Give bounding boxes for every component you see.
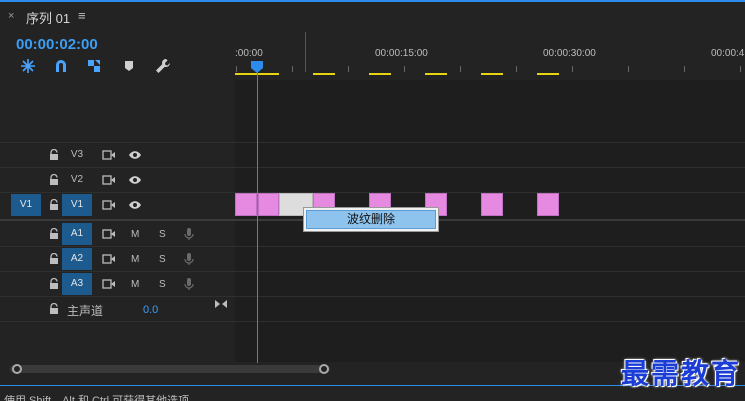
sync-lock-icon[interactable] [102, 200, 116, 210]
ruler-tick [628, 66, 629, 72]
watermark-logo: 最需教育 [621, 357, 742, 390]
ripple-delete-menu-item[interactable]: 波纹删除 [306, 210, 436, 229]
mute-button[interactable]: M [131, 229, 139, 240]
track-label-a2[interactable]: A2 [62, 248, 92, 270]
sequence-tab-title[interactable]: 序列 01 [26, 8, 70, 27]
ruler-tick [684, 66, 685, 72]
track-header-panel [0, 80, 235, 362]
render-bar [313, 73, 335, 75]
context-menu: 波纹删除 [303, 207, 439, 232]
video-clip[interactable] [481, 193, 503, 216]
horizontal-scrollbar[interactable] [10, 365, 330, 373]
lock-icon[interactable] [49, 149, 59, 161]
lock-icon[interactable] [49, 228, 59, 240]
video-clip[interactable] [537, 193, 559, 216]
ruler-label: 00:00:15:00 [375, 48, 428, 59]
add-marker-icon[interactable] [121, 58, 137, 74]
ruler-tick [236, 66, 237, 72]
ruler-label: 00:00:30:00 [543, 48, 596, 59]
ruler-tick [516, 66, 517, 72]
sync-lock-icon[interactable] [102, 229, 116, 239]
mute-button[interactable]: M [131, 279, 139, 290]
row-separator [0, 296, 745, 297]
linked-selection-icon[interactable] [86, 58, 102, 74]
render-bar [369, 73, 391, 75]
sequence-tab-bar [0, 2, 745, 30]
sync-lock-icon[interactable] [102, 175, 116, 185]
sync-lock-icon[interactable] [102, 150, 116, 160]
render-bar [537, 73, 559, 75]
tab-close-icon[interactable]: × [8, 10, 14, 22]
microphone-icon[interactable] [184, 277, 194, 291]
wrench-settings-icon[interactable] [155, 58, 171, 74]
ruler-divider [305, 32, 306, 72]
ruler-tick [572, 66, 573, 72]
mute-button[interactable]: M [131, 254, 139, 265]
master-track-label: 主声道 [67, 304, 104, 318]
ruler-tick [348, 66, 349, 72]
microphone-icon[interactable] [184, 252, 194, 266]
ruler-tick [460, 66, 461, 72]
track-label-a3[interactable]: A3 [62, 273, 92, 295]
lock-icon[interactable] [49, 174, 59, 186]
track-label-v2[interactable]: V2 [62, 169, 92, 191]
row-separator [0, 246, 745, 247]
source-patch-v1[interactable]: V1 [11, 194, 41, 216]
track-label-v1[interactable]: V1 [62, 194, 92, 216]
lock-icon[interactable] [49, 199, 59, 211]
render-bar [481, 73, 503, 75]
solo-button[interactable]: S [159, 229, 166, 240]
playhead-timecode[interactable]: 00:00:02:00 [16, 36, 98, 53]
sync-lock-icon[interactable] [102, 254, 116, 264]
lock-icon[interactable] [49, 253, 59, 265]
solo-button[interactable]: S [159, 279, 166, 290]
scrollbar-left-handle[interactable] [12, 364, 22, 374]
sync-lock-icon[interactable] [102, 279, 116, 289]
snap-nested-icon[interactable] [20, 58, 36, 74]
ruler-tick [740, 66, 741, 72]
eye-icon[interactable] [128, 200, 142, 210]
eye-icon[interactable] [128, 175, 142, 185]
row-separator [0, 271, 745, 272]
track-label-v3[interactable]: V3 [62, 144, 92, 166]
ruler-tick [404, 66, 405, 72]
scrollbar-right-handle[interactable] [319, 364, 329, 374]
video-clip[interactable] [258, 193, 279, 216]
go-to-end-icon[interactable] [215, 299, 227, 309]
solo-button[interactable]: S [159, 254, 166, 265]
ruler-tick [292, 66, 293, 72]
ruler-label: 00:00:4 [711, 48, 745, 59]
render-bar [425, 73, 447, 75]
ruler-label: :00:00 [235, 48, 263, 59]
playhead-line[interactable] [257, 68, 258, 363]
microphone-icon[interactable] [184, 227, 194, 241]
row-separator [0, 167, 745, 168]
row-separator [0, 142, 745, 143]
snap-magnet-icon[interactable] [53, 58, 69, 74]
status-text: 使用 Shift、Alt 和 Ctrl 可获得其他选项。 [4, 395, 201, 401]
lock-icon[interactable] [49, 278, 59, 290]
eye-icon[interactable] [128, 150, 142, 160]
row-separator [0, 321, 745, 322]
panel-menu-icon[interactable]: ≡ [78, 8, 86, 23]
track-label-a1[interactable]: A1 [62, 223, 92, 245]
master-volume-value[interactable]: 0.0 [143, 304, 158, 316]
lock-icon[interactable] [49, 303, 59, 315]
video-clip[interactable] [235, 193, 257, 216]
playhead-handle[interactable] [251, 61, 263, 73]
